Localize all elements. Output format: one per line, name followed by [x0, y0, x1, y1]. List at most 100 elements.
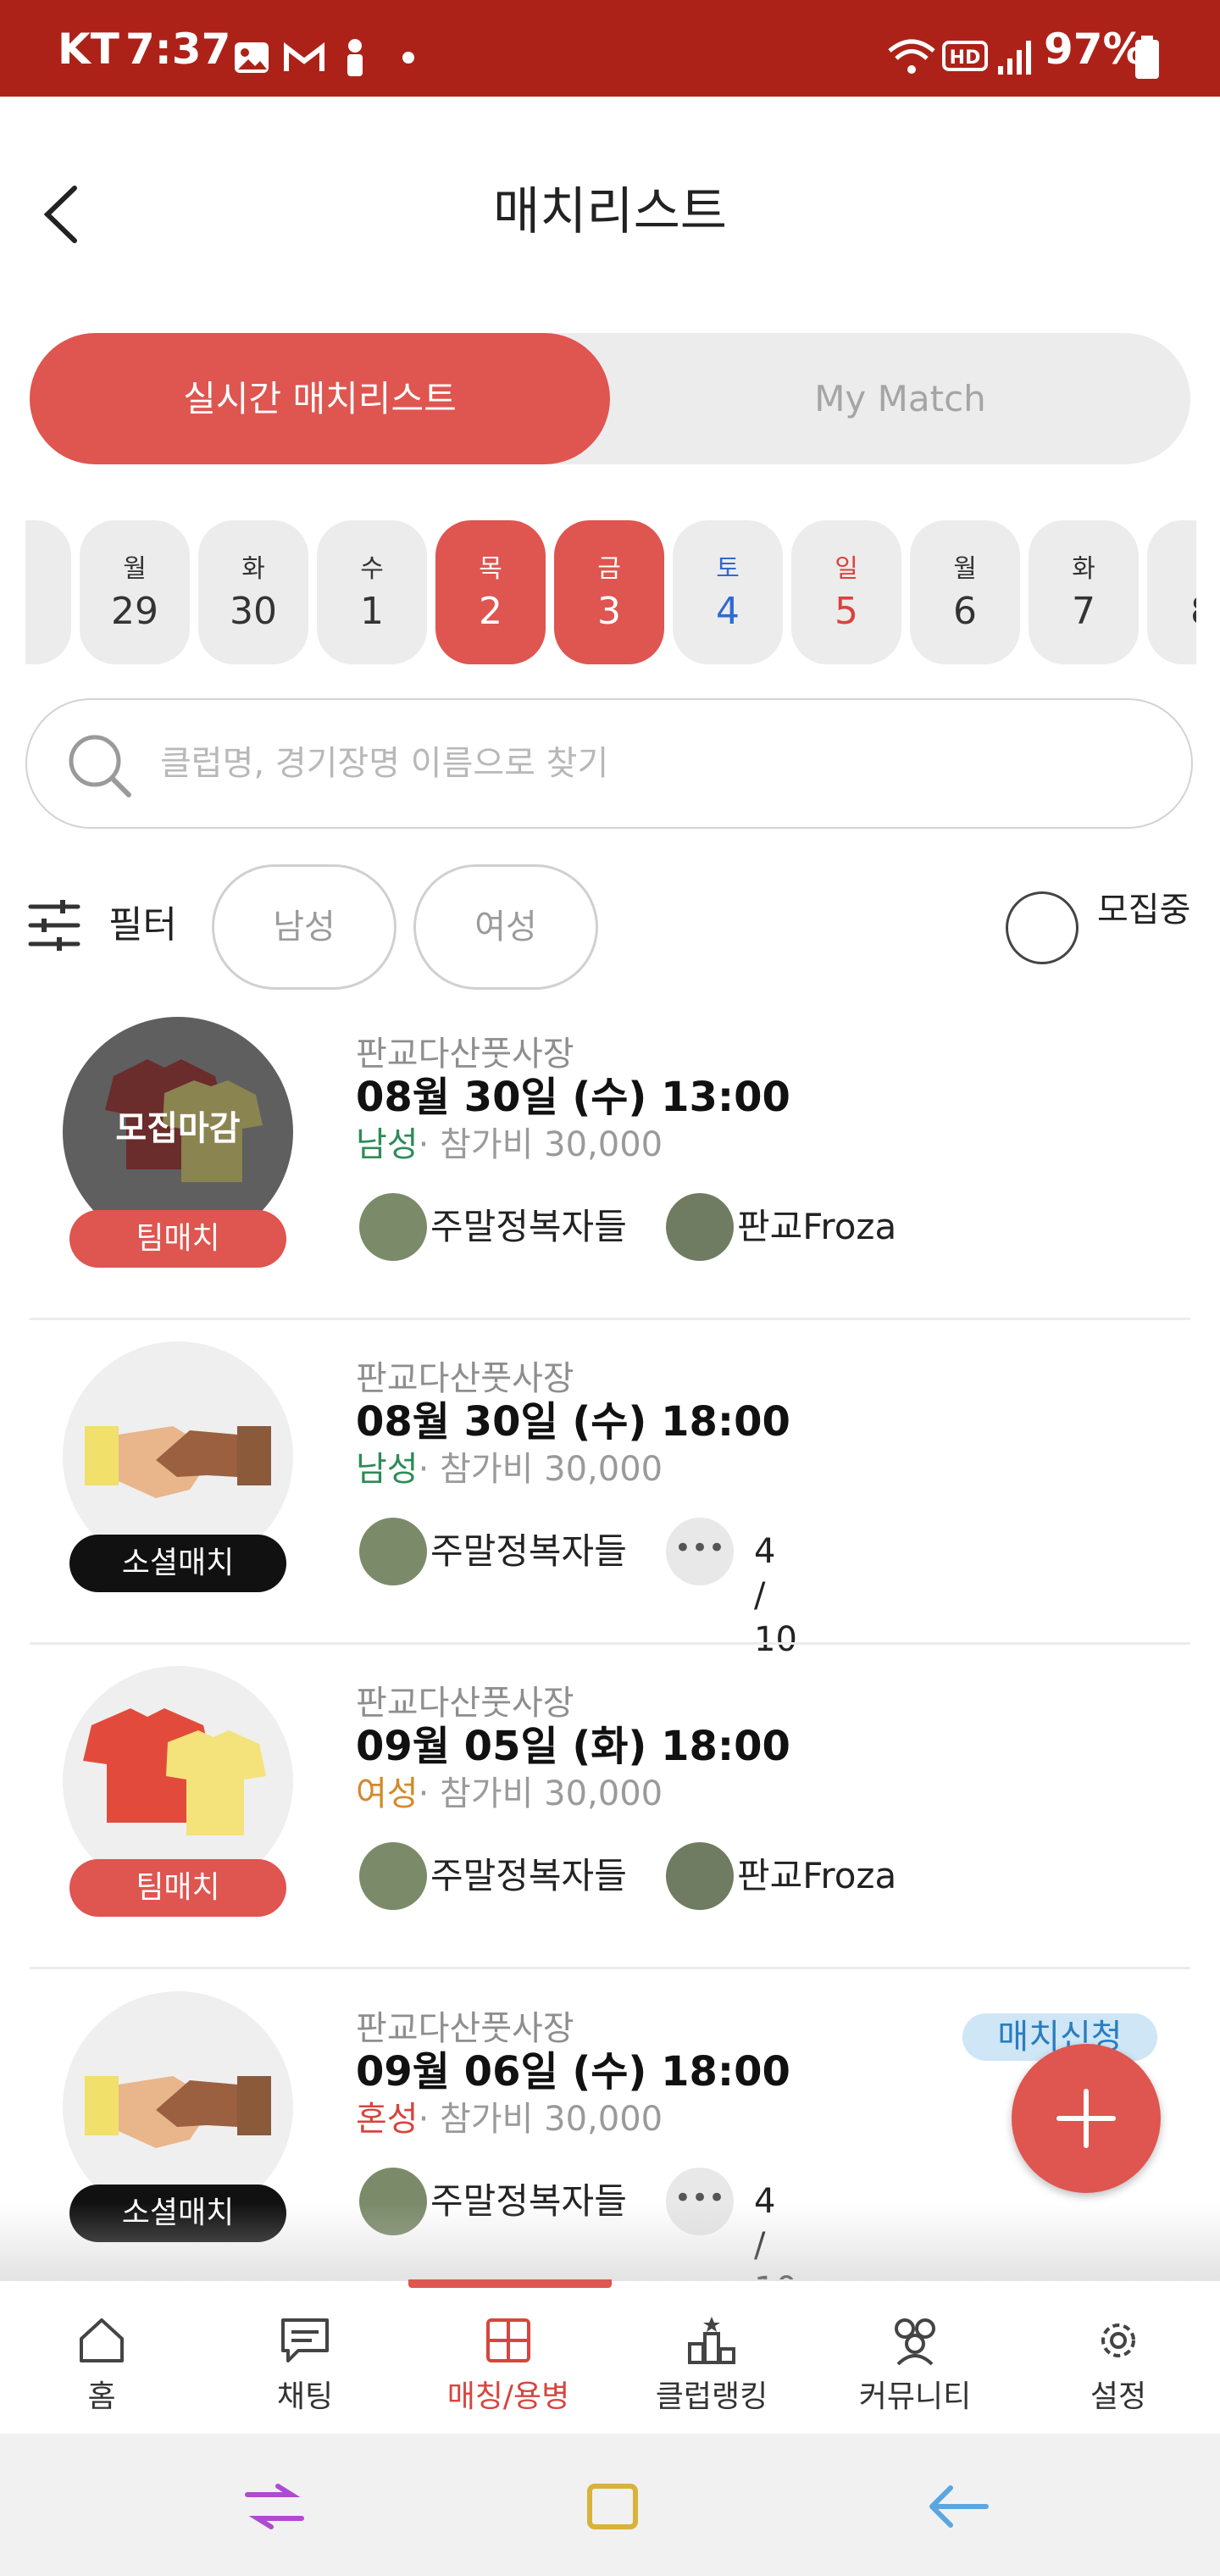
match-card[interactable]: 소셜매치 판교다산풋사장 08월 30일 (수) 18:00 남성· 참가비 3… [0, 1341, 1220, 1665]
nav-home[interactable]: 홈 [0, 2281, 203, 2435]
venue: 판교다산풋사장 [356, 1359, 574, 1398]
date-cell[interactable]: 월6 [910, 520, 1020, 664]
date-number: 1 [360, 590, 384, 633]
team-logo [666, 1193, 734, 1261]
match-card[interactable]: 팀매치 판교다산풋사장 09월 05일 (화) 18:00 여성· 참가비 30… [0, 1666, 1220, 1990]
date-weekday: 일 [835, 554, 858, 584]
svg-text:HD: HD [950, 47, 981, 69]
recruiting-label: 모집중 [1097, 891, 1191, 930]
gender-label: 남성 [356, 1450, 419, 1489]
nav-chat[interactable]: 채팅 [203, 2281, 407, 2435]
more-icon[interactable]: ••• [666, 1518, 734, 1585]
clock: 7:37 [125, 25, 231, 74]
match-card[interactable]: 모집마감 팀매치 판교다산풋사장 08월 30일 (수) 13:00 남성· 참… [0, 1017, 1220, 1341]
system-navigation-bar [0, 2434, 1220, 2576]
match-type-badge: 소셜매치 [69, 1535, 286, 1592]
home-button-icon[interactable] [585, 2481, 640, 2532]
recent-apps-icon[interactable] [244, 2483, 305, 2530]
search-icon [69, 735, 131, 797]
team-logo [359, 1842, 427, 1910]
filter-chip-male[interactable]: 남성 [212, 864, 396, 990]
nav-label: 클럽랭킹 [655, 2379, 768, 2414]
date-number: 7 [1072, 590, 1095, 633]
nav-community[interactable]: 커뮤니티 [813, 2281, 1017, 2435]
match-meta: 남성· 참가비 30,000 [356, 1124, 663, 1166]
venue: 판교다산풋사장 [356, 1035, 574, 1074]
chat-icon [281, 2318, 329, 2362]
date-weekday: 수 [360, 554, 384, 584]
gender-label: 혼성 [356, 2100, 419, 2139]
team-logo [359, 1518, 427, 1585]
gmail-icon [284, 42, 324, 71]
search-placeholder: 클럽명, 경기장명 이름으로 찾기 [160, 744, 609, 783]
divider [30, 1967, 1190, 1969]
venue: 판교다산풋사장 [356, 1684, 574, 1723]
date-number: 3 [597, 590, 621, 633]
team-name: 주말정복자들 [430, 1530, 627, 1572]
fee: · 참가비 30,000 [418, 1774, 663, 1813]
wifi-icon [888, 39, 935, 74]
filter-sliders-icon[interactable] [27, 898, 81, 952]
team-logo [666, 1842, 734, 1910]
match-datetime: 08월 30일 (수) 18:00 [356, 1398, 790, 1446]
date-cell[interactable]: 월 29 [80, 520, 190, 664]
date-weekday: 토 [716, 554, 740, 584]
date-number: 4 [716, 590, 740, 633]
match-datetime: 09월 06일 (수) 18:00 [356, 2048, 790, 2096]
match-datetime: 08월 30일 (수) 13:00 [356, 1074, 790, 1121]
match-meta: 여성· 참가비 30,000 [356, 1773, 663, 1815]
filter-chip-female[interactable]: 여성 [413, 864, 598, 990]
page-title: 매치리스트 [493, 182, 727, 242]
date-cell[interactable]: 금3 [554, 520, 664, 664]
nav-label: 채팅 [276, 2379, 334, 2414]
home-icon [80, 2318, 124, 2362]
date-weekday: 화 [241, 554, 265, 584]
search-input[interactable]: 클럽명, 경기장명 이름으로 찾기 [25, 698, 1193, 829]
date-number: 5 [835, 590, 858, 633]
match-type-badge: 팀매치 [69, 1210, 286, 1268]
date-number: 2 [479, 590, 502, 633]
match-meta: 남성· 참가비 30,000 [356, 1448, 663, 1491]
tab-my-match[interactable]: My Match [610, 333, 1190, 464]
date-cell[interactable]: 목2 [435, 520, 546, 664]
nav-label: 커뮤니티 [858, 2379, 972, 2414]
recruiting-radio[interactable] [1006, 891, 1079, 964]
team-name: 주말정복자들 [430, 1855, 627, 1896]
closed-label: 모집마감 [115, 1109, 241, 1148]
date-picker-strip[interactable]: 8월29화30수1목2금3토4일5월6화78 [25, 520, 1196, 664]
date-cell[interactable]: 일5 [791, 520, 901, 664]
hd-icon: HD [942, 41, 988, 71]
date-number: 8 [1147, 590, 1196, 634]
date-number: 30 [230, 590, 277, 633]
match-tabs: 실시간 매치리스트 My Match [30, 333, 1190, 464]
add-match-button[interactable] [1012, 2044, 1161, 2193]
battery-icon [1135, 36, 1159, 79]
filter-label[interactable]: 필터 [108, 900, 177, 951]
divider [30, 1318, 1190, 1320]
tab-live-matchlist[interactable]: 실시간 매치리스트 [30, 333, 610, 464]
nav-label: 매칭/용병 [446, 2379, 570, 2414]
nav-label: 홈 [87, 2379, 116, 2414]
nav-settings[interactable]: 설정 [1017, 2281, 1220, 2435]
back-icon[interactable] [925, 2483, 990, 2530]
match-datetime: 09월 05일 (화) 18:00 [356, 1723, 790, 1770]
dot-icon [402, 52, 414, 64]
date-number: 6 [953, 590, 977, 633]
divider [30, 1642, 1190, 1645]
nav-matching[interactable]: 매칭/용병 [407, 2281, 610, 2435]
date-cell[interactable]: 8 [25, 520, 71, 664]
ranking-icon [688, 2317, 735, 2364]
date-cell[interactable]: 화7 [1029, 520, 1139, 664]
gear-icon [1101, 2323, 1135, 2357]
status-bar: KT 7:37 HD 97% [0, 0, 1220, 97]
date-cell[interactable]: 8 [1147, 520, 1196, 664]
team-name: 판교Froza [737, 1855, 897, 1896]
date-cell[interactable]: 화 30 [198, 520, 308, 664]
date-weekday: 월 [123, 554, 147, 584]
date-cell[interactable]: 토4 [673, 520, 783, 664]
date-cell[interactable]: 수1 [317, 520, 427, 664]
scroll-fade [0, 2203, 1220, 2279]
fee: · 참가비 30,000 [418, 2100, 663, 2139]
nav-club-ranking[interactable]: 클럽랭킹 [610, 2281, 813, 2435]
date-weekday: 화 [1072, 554, 1095, 584]
